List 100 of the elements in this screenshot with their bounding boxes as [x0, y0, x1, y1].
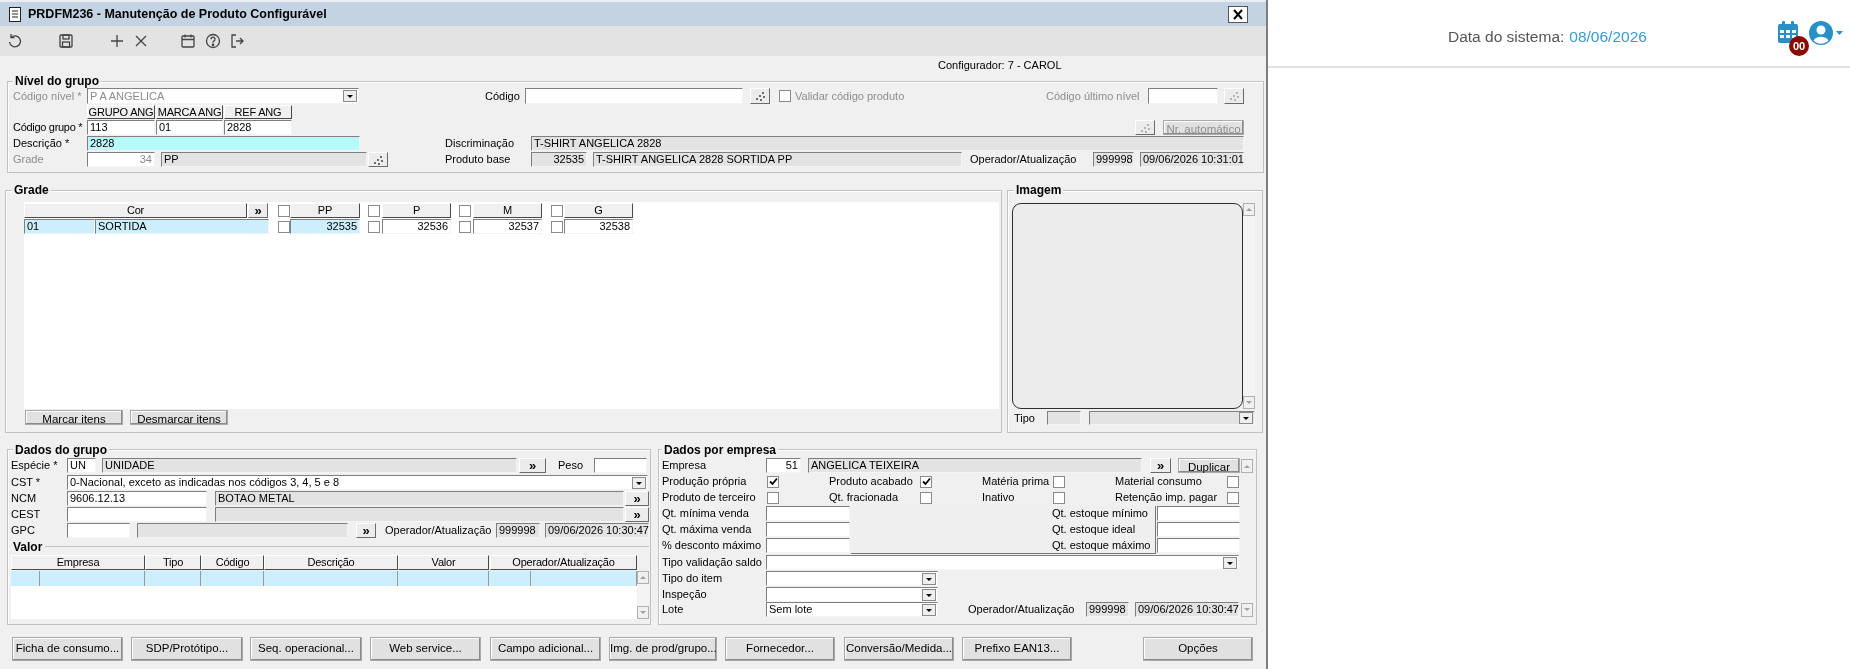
action-button[interactable]: SDP/Protótipo... [131, 637, 243, 661]
action-button[interactable]: Web service... [370, 637, 481, 661]
text-field[interactable]: 32538 [564, 219, 633, 234]
expand-button[interactable]: » [625, 491, 649, 506]
dropdown[interactable] [766, 571, 938, 586]
checkbox[interactable] [278, 204, 290, 217]
undo-icon[interactable] [7, 33, 23, 49]
text-field[interactable]: 113 [87, 120, 155, 135]
text-field[interactable]: 32536 [382, 219, 451, 234]
checkbox[interactable] [368, 204, 380, 217]
lookup-button[interactable] [368, 152, 388, 167]
close-button[interactable] [1228, 5, 1248, 23]
text-field[interactable]: 09/06/2026 10:30:47 [545, 523, 649, 538]
text-field[interactable] [525, 88, 743, 104]
help-icon[interactable] [205, 33, 221, 49]
checkbox[interactable] [1053, 491, 1065, 504]
checkbox[interactable] [459, 220, 471, 233]
text-field[interactable]: T-SHIRT ANGELICA 2828 [531, 136, 1244, 151]
checkbox[interactable] [920, 491, 932, 504]
lookup-button[interactable] [1224, 88, 1244, 104]
action-button[interactable]: Campo adicional... [490, 637, 601, 661]
text-field[interactable] [766, 522, 850, 537]
calendar-icon[interactable] [180, 33, 196, 49]
checkbox[interactable] [767, 491, 779, 504]
text-field[interactable] [1157, 506, 1240, 521]
text-field[interactable]: 999998 [1086, 602, 1129, 617]
mark-items-button[interactable]: Marcar itens [25, 410, 123, 425]
text-field[interactable]: ANGELICA TEIXEIRA [808, 458, 1142, 473]
save-icon[interactable] [58, 33, 74, 49]
text-field[interactable] [137, 523, 348, 538]
text-field[interactable] [594, 458, 647, 473]
checkbox[interactable] [1227, 475, 1239, 488]
cross-icon[interactable] [133, 33, 149, 49]
text-field[interactable]: 32537 [473, 219, 542, 234]
expand-button[interactable]: » [248, 203, 268, 218]
text-field[interactable] [215, 507, 624, 522]
text-field[interactable]: BOTAO METAL [215, 491, 624, 506]
checkbox[interactable] [920, 475, 932, 488]
text-field[interactable]: 2828 [87, 136, 360, 151]
expand-button[interactable]: » [625, 507, 649, 522]
text-field[interactable] [766, 538, 850, 553]
text-field[interactable]: 999998 [496, 523, 540, 538]
field-label: Código último nível [1046, 88, 1140, 104]
text-field[interactable]: 01 [24, 219, 95, 234]
duplicate-button[interactable]: Duplicar [1178, 458, 1240, 473]
text-field[interactable]: 2828 [224, 120, 292, 135]
dropdown[interactable] [766, 587, 938, 602]
checkbox[interactable] [1227, 491, 1239, 504]
lookup-button[interactable] [750, 88, 770, 104]
plus-icon[interactable] [109, 33, 125, 49]
text-field[interactable]: 51 [766, 458, 801, 473]
unmark-items-button[interactable]: Desmarcar itens [130, 410, 228, 425]
text-field[interactable]: 32535 [290, 219, 360, 234]
dropdown[interactable] [766, 555, 1239, 570]
text-field[interactable] [1157, 538, 1240, 553]
calendar-icon[interactable] [1777, 21, 1799, 43]
scroll-down-button[interactable] [637, 606, 649, 619]
text-field[interactable]: 32535 [531, 152, 587, 167]
text-field[interactable] [67, 507, 207, 522]
text-field[interactable] [1047, 411, 1081, 425]
user-menu-icon[interactable] [1809, 21, 1844, 45]
text-field[interactable]: 999998 [1093, 152, 1134, 167]
action-button[interactable]: Img. de prod/grupo... [609, 637, 717, 661]
scroll-up-button[interactable] [637, 571, 649, 584]
text-field[interactable] [1148, 88, 1218, 104]
exit-icon[interactable] [229, 33, 245, 49]
checkbox[interactable] [551, 204, 563, 217]
text-field[interactable]: UNIDADE [102, 458, 517, 473]
checkbox[interactable] [278, 220, 290, 233]
checkbox[interactable] [551, 220, 563, 233]
scroll-up-button[interactable] [1243, 203, 1255, 216]
text-field[interactable] [766, 506, 850, 521]
action-button[interactable]: Ficha de consumo... [12, 637, 123, 661]
expand-button[interactable]: » [519, 458, 546, 473]
lookup-button[interactable] [1135, 120, 1155, 135]
text-field[interactable]: UN [67, 458, 96, 473]
scroll-down-button[interactable] [1241, 602, 1253, 617]
text-field[interactable]: 01 [156, 120, 223, 135]
text-field[interactable] [67, 523, 130, 538]
dropdown[interactable] [1089, 411, 1255, 425]
dropdown[interactable]: 0-Nacional, exceto as indicadas nos códigos 3, 4, 5 e 8 [67, 475, 648, 490]
checkbox[interactable] [368, 220, 380, 233]
text-field[interactable]: SORTIDA [95, 219, 269, 234]
action-button[interactable]: Conversão/Medida... [844, 637, 954, 661]
action-button[interactable]: Fornecedor... [725, 637, 835, 661]
text-field[interactable]: T-SHIRT ANGELICA 2828 SORTIDA PP [593, 152, 962, 167]
checkbox[interactable] [1053, 475, 1065, 488]
text-field[interactable]: 9606.12.13 [67, 491, 207, 506]
options-button[interactable]: Opções [1143, 637, 1253, 661]
text-field[interactable]: 09/06/2026 10:30:47 [1135, 602, 1239, 617]
text-field[interactable] [1157, 522, 1240, 537]
dropdown[interactable]: Sem lote [766, 602, 938, 617]
text-field[interactable]: 09/06/2026 10:31:01 [1140, 152, 1244, 167]
scroll-up-button[interactable] [1241, 458, 1253, 473]
expand-button[interactable]: » [356, 523, 376, 538]
action-button[interactable]: Seq. operacional... [250, 637, 362, 661]
checkbox[interactable] [459, 204, 471, 217]
expand-button[interactable]: » [1150, 458, 1171, 473]
action-button[interactable]: Prefixo EAN13... [962, 637, 1072, 661]
checkbox[interactable] [767, 475, 779, 488]
